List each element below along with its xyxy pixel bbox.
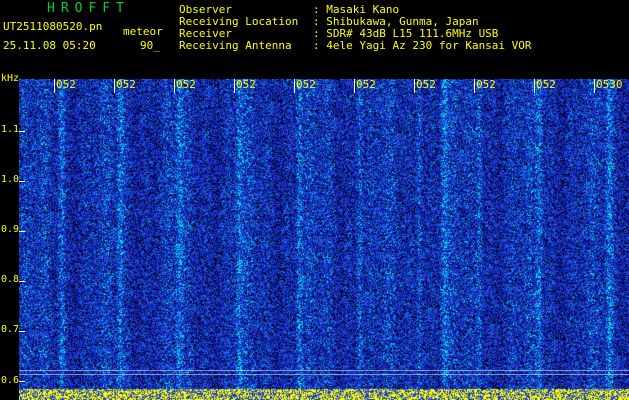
y-axis-tick	[19, 281, 25, 282]
time-tick	[114, 79, 115, 93]
time-tick	[414, 79, 415, 93]
time-tick	[54, 79, 55, 93]
y-axis-label: 0.6	[1, 375, 20, 386]
datetime-label: 25.11.08 05:20	[3, 39, 96, 52]
reference-line	[19, 374, 629, 375]
time-label: 0530	[596, 78, 623, 91]
y-axis-tick	[19, 131, 25, 132]
time-label: 052	[356, 78, 376, 91]
time-label: 052	[416, 78, 436, 91]
time-tick	[174, 79, 175, 93]
y-axis-label: 0.9	[1, 224, 20, 235]
y-axis-label: 1.1	[1, 124, 20, 135]
time-tick	[294, 79, 295, 93]
spectrogram-area: 052 052 052 052 052 052 052 052 052 0530	[19, 79, 629, 400]
y-axis-label: 1.0	[1, 174, 20, 185]
antenna-label: Receiving Antenna	[179, 39, 292, 52]
time-tick	[234, 79, 235, 93]
time-label: 052	[476, 78, 496, 91]
y-axis-label: 0.7	[1, 324, 20, 335]
time-tick	[594, 79, 595, 93]
time-label: 052	[296, 78, 316, 91]
filename-label: UT2511080520.pn	[3, 20, 103, 33]
antenna-value: : 4ele Yagi Az 230 for Kansai VOR	[313, 39, 532, 52]
y-axis-tick	[19, 331, 25, 332]
time-label: 052	[56, 78, 76, 91]
time-tick	[474, 79, 475, 93]
y-axis-label: 0.8	[1, 274, 20, 285]
time-tick	[534, 79, 535, 93]
header-panel: HROFFT UT2511080520.pn meteor 25.11.08 0…	[0, 0, 629, 78]
reference-line	[19, 370, 629, 371]
time-label: 052	[536, 78, 556, 91]
y-axis-tick	[19, 381, 25, 382]
count-label: 90_	[140, 39, 160, 52]
time-tick	[354, 79, 355, 93]
time-label: 052	[116, 78, 136, 91]
spectrogram-canvas	[19, 79, 629, 400]
time-label: 052	[236, 78, 256, 91]
y-axis-unit: kHz	[1, 73, 20, 84]
y-axis-tick	[19, 231, 25, 232]
time-label: 052	[176, 78, 196, 91]
y-axis-tick	[19, 181, 25, 182]
mode-label: meteor	[123, 25, 163, 38]
app-brand: HROFFT	[47, 1, 130, 16]
